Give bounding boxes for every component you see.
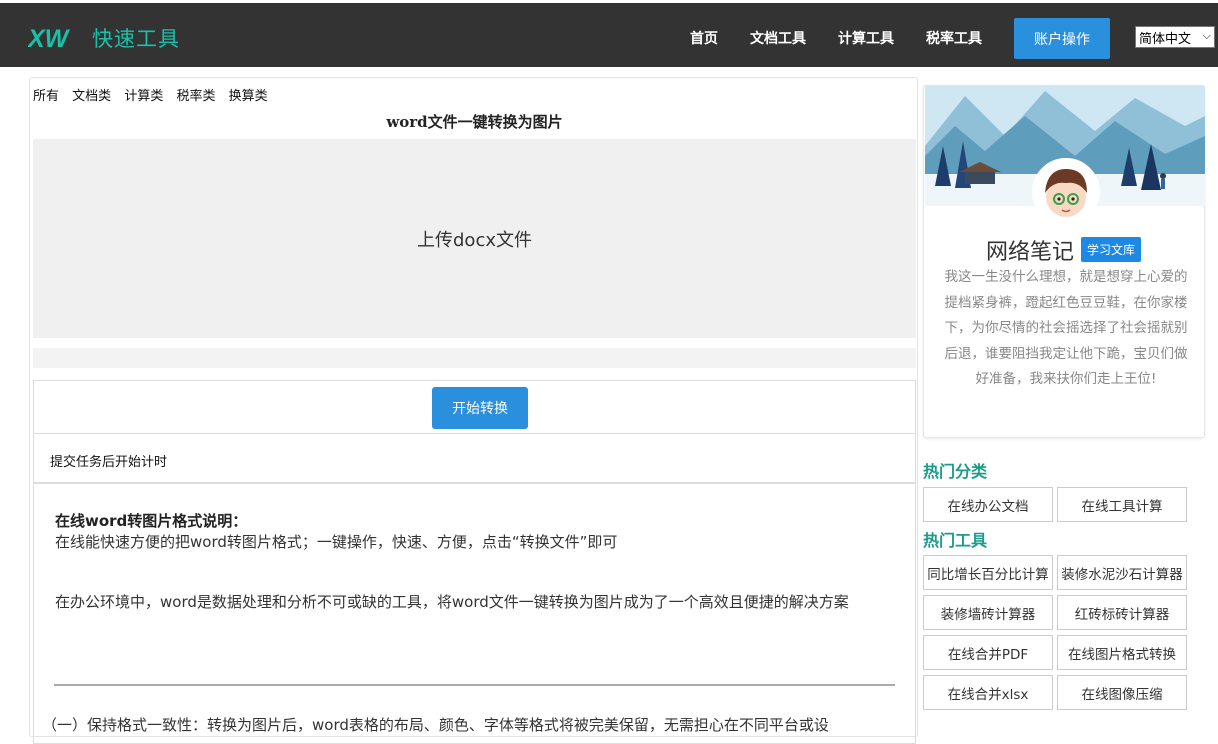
category-all[interactable]: 所有 [33, 89, 59, 104]
article-paragraph: 在线能快速方便的把word转图片格式；一键操作，快速、方便，点击“转换文件”即可 [55, 533, 618, 551]
upload-dropzone[interactable]: 上传docx文件 [33, 139, 916, 338]
profile-card: 网络笔记 学习文库 我这一生没什么理想，就是想穿上心爱的提档紧身裤，蹬起红色豆豆… [923, 85, 1205, 438]
hot-categories-title: 热门分类 [923, 462, 988, 481]
action-box: 开始转换 [33, 380, 916, 434]
nav-doc-tools[interactable]: 文档工具 [750, 28, 806, 48]
hot-tools-title: 热门工具 [923, 531, 988, 550]
logo-text: 快速工具 [92, 27, 180, 51]
hot-tool-link[interactable]: 装修水泥沙石计算器 [1057, 555, 1187, 590]
divider [54, 684, 895, 686]
language-value: 简体中文 [1139, 31, 1192, 47]
logo-mark-icon: XW [28, 25, 71, 51]
top-header: XW 快速工具 首页 文档工具 计算工具 税率工具 账户操作 简体中文 ⌵ [0, 0, 1218, 67]
article-paragraph: （一）保持格式一致性：转换为图片后，word表格的布局、颜色、字体等格式将被完美… [42, 716, 829, 734]
tool-title: word文件一键转换为图片 [386, 113, 563, 131]
category-filter: 所有 文档类 计算类 税率类 换算类 [33, 85, 277, 104]
category-convert[interactable]: 换算类 [229, 89, 268, 104]
start-convert-button[interactable]: 开始转换 [432, 387, 528, 429]
description-article: 在线word转图片格式说明： 在线能快速方便的把word转图片格式；一键操作，快… [33, 484, 916, 744]
hot-tool-link[interactable]: 红砖标砖计算器 [1057, 595, 1187, 630]
profile-name: 网络笔记 [986, 240, 1075, 265]
hot-category-link[interactable]: 在线工具计算 [1057, 487, 1187, 522]
category-tax[interactable]: 税率类 [176, 89, 215, 104]
article-paragraph: 在办公环境中，word是数据处理和分析不可或缺的工具，将word文件一键转换为图… [55, 593, 849, 611]
hot-category-link[interactable]: 在线办公文档 [923, 487, 1053, 522]
avatar-face-icon [1035, 161, 1097, 223]
hot-tool-link[interactable]: 在线合并PDF [923, 635, 1053, 670]
nav-calc-tools[interactable]: 计算工具 [838, 28, 894, 48]
timer-status: 提交任务后开始计时 [33, 434, 916, 484]
category-calc[interactable]: 计算类 [124, 89, 163, 104]
hot-tool-link[interactable]: 在线图像压缩 [1057, 675, 1187, 710]
account-button[interactable]: 账户操作 [1014, 18, 1110, 59]
profile-tag-badge[interactable]: 学习文库 [1081, 237, 1142, 262]
language-select[interactable]: 简体中文 ⌵ [1135, 26, 1215, 48]
svg-text:XW: XW [28, 25, 71, 51]
category-doc[interactable]: 文档类 [72, 89, 111, 104]
hot-tool-link[interactable]: 同比增长百分比计算 [923, 555, 1053, 590]
nav-tax-tools[interactable]: 税率工具 [926, 28, 982, 48]
profile-description: 我这一生没什么理想，就是想穿上心爱的提档紧身裤，蹬起红色豆豆鞋，在你家楼下，为你… [944, 269, 1188, 387]
progress-strip [33, 348, 916, 368]
tool-panel: 所有 文档类 计算类 税率类 换算类 word文件一键转换为图片 上传docx文… [29, 77, 918, 744]
upload-label: 上传docx文件 [417, 229, 532, 251]
nav-home[interactable]: 首页 [690, 28, 718, 48]
chevron-down-icon: ⌵ [1202, 29, 1211, 42]
site-logo[interactable]: XW 快速工具 [28, 23, 180, 53]
hot-tool-link[interactable]: 在线图片格式转换 [1057, 635, 1187, 670]
hot-tool-link[interactable]: 装修墙砖计算器 [923, 595, 1053, 630]
avatar [1032, 158, 1100, 226]
hot-tool-link[interactable]: 在线合并xlsx [923, 675, 1053, 710]
